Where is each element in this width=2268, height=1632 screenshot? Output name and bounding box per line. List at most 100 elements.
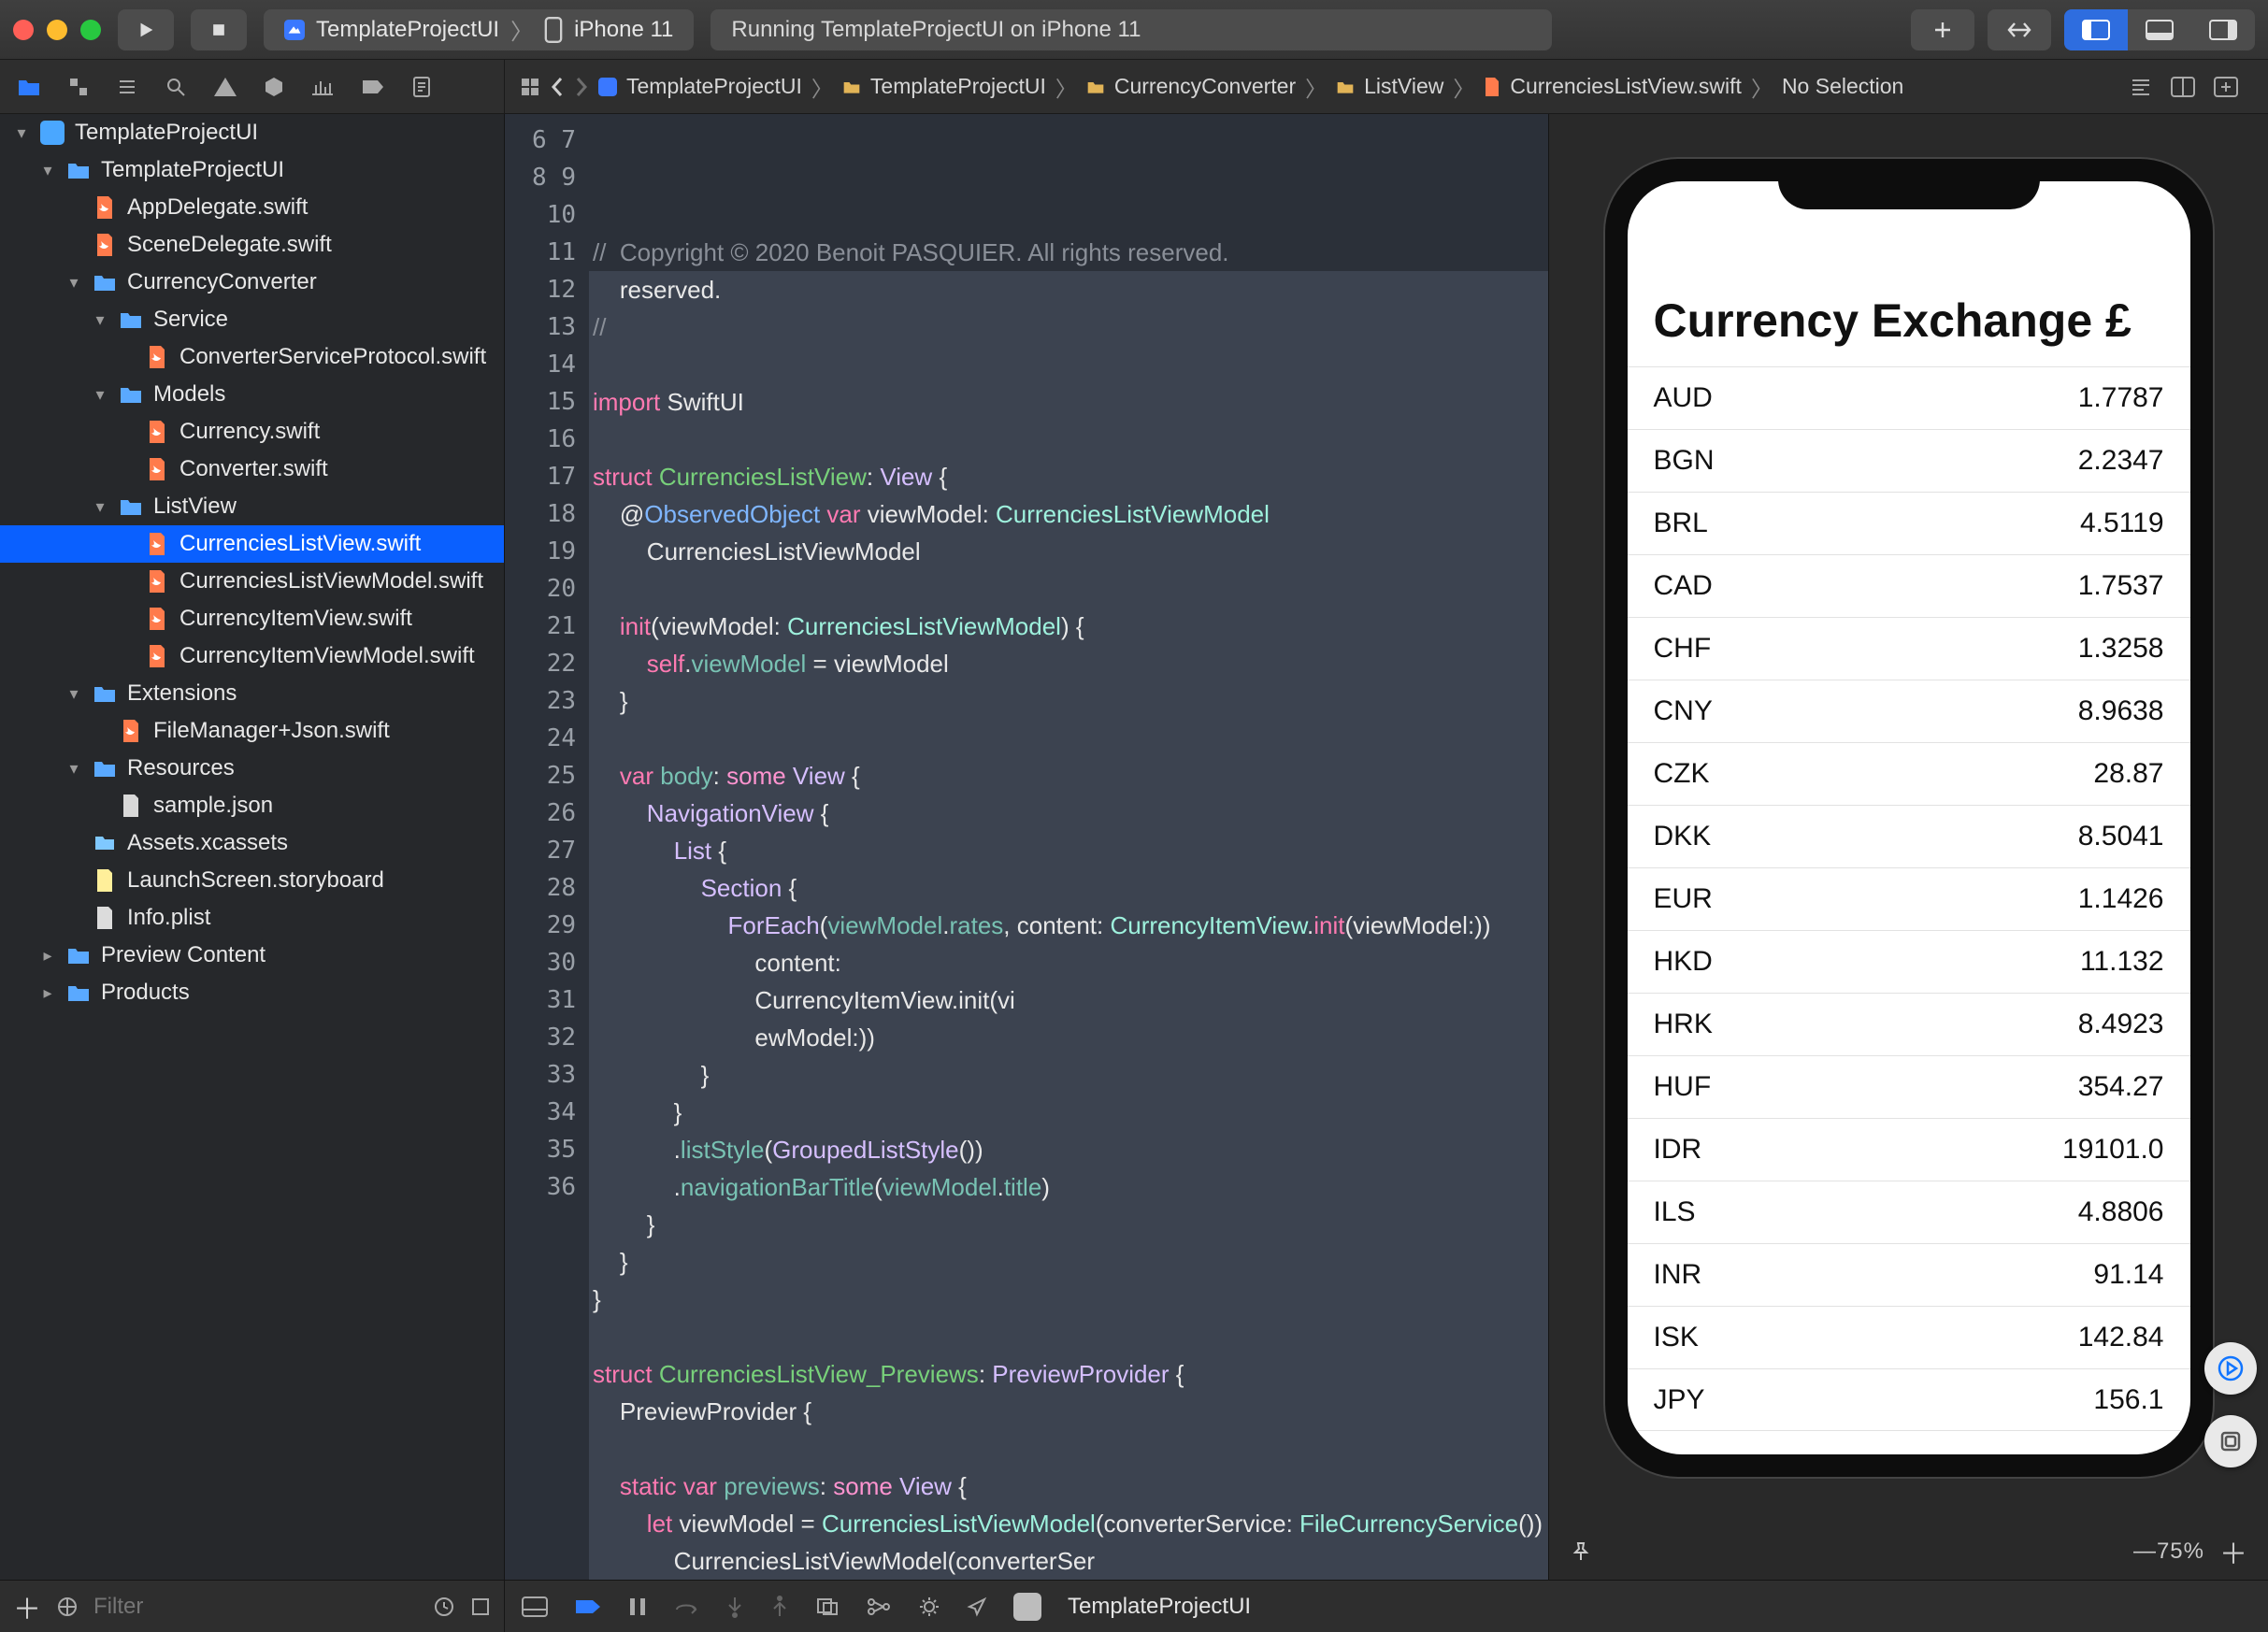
live-preview-button[interactable] [2204,1342,2257,1395]
code-review-button[interactable] [1988,9,2051,50]
tree-group[interactable]: ▾TemplateProjectUI [0,151,504,189]
tree-group[interactable]: ▾Resources [0,750,504,787]
tree-file[interactable]: FileManager+Json.swift [0,712,504,750]
tree-file[interactable]: sample.json [0,787,504,824]
breakpoint-navigator-tab[interactable] [361,78,385,96]
pin-preview-icon[interactable] [1570,1540,1592,1563]
preview-list-row[interactable]: HKD11.132 [1628,930,2190,993]
preview-list-row[interactable]: ILS4.8806 [1628,1181,2190,1243]
jumpbar-folder-3[interactable]: ListView [1364,74,1443,99]
tree-group[interactable]: ▾ListView [0,488,504,525]
disclosure-triangle-icon[interactable]: ▸ [39,983,56,1003]
test-navigator-tab[interactable] [264,76,284,98]
stop-button[interactable] [191,9,247,50]
toggle-navigator-button[interactable] [2064,9,2128,50]
toggle-inspectors-button[interactable] [2191,9,2255,50]
preview-inspect-button[interactable] [2204,1415,2257,1467]
breakpoints-toggle-icon[interactable] [574,1597,602,1616]
canvas-zoom-in-icon[interactable]: ＋ [2219,1531,2247,1572]
disclosure-triangle-icon[interactable]: ▾ [39,161,56,180]
disclosure-triangle-icon[interactable]: ▾ [65,684,82,704]
debug-navigator-tab[interactable] [310,78,335,96]
tree-group[interactable]: ▾Models [0,376,504,413]
tree-file[interactable]: SceneDelegate.swift [0,226,504,264]
preview-canvas[interactable]: Currency Exchange £ AUD1.7787BGN2.2347BR… [1549,114,2268,1524]
tree-file[interactable]: LaunchScreen.storyboard [0,862,504,899]
tree-file[interactable]: CurrencyItemViewModel.swift [0,637,504,675]
close-window-button[interactable] [13,20,34,40]
add-editor-icon[interactable] [2214,77,2238,97]
environment-overrides-icon[interactable] [918,1596,940,1618]
preview-list-row[interactable]: IDR19101.0 [1628,1118,2190,1181]
device-screen[interactable]: Currency Exchange £ AUD1.7787BGN2.2347BR… [1628,181,2190,1454]
tree-file[interactable]: Assets.xcassets [0,824,504,862]
tree-file[interactable]: AppDelegate.swift [0,189,504,226]
preview-list-row[interactable]: JPY156.1 [1628,1368,2190,1431]
disclosure-triangle-icon[interactable]: ▾ [92,385,108,405]
related-items-icon[interactable] [520,77,540,97]
project-navigator[interactable]: ▾TemplateProjectUI▾TemplateProjectUIAppD… [0,114,505,1580]
tree-group[interactable]: ▾CurrencyConverter [0,264,504,301]
tree-group[interactable]: ▸Preview Content [0,937,504,974]
project-navigator-tab[interactable] [17,77,41,97]
add-target-icon[interactable]: ＋ [13,1586,41,1627]
tree-group[interactable]: ▾Extensions [0,675,504,712]
preview-list-row[interactable]: HUF354.27 [1628,1055,2190,1118]
preview-list-row[interactable]: CHF1.3258 [1628,617,2190,680]
jumpbar-file[interactable]: CurrenciesListView.swift [1510,74,1742,99]
preview-list-row[interactable]: BRL4.5119 [1628,492,2190,554]
jumpbar-folder-1[interactable]: TemplateProjectUI [870,74,1046,99]
tree-file[interactable]: CurrenciesListViewModel.swift [0,563,504,600]
code-area[interactable]: // Copyright © 2020 Benoit PASQUIER. All… [589,114,1548,1580]
jump-bar[interactable]: TemplateProjectUI〉 TemplateProjectUI〉 Cu… [505,60,2268,113]
zoom-window-button[interactable] [80,20,101,40]
jumpbar-folder-2[interactable]: CurrencyConverter [1114,74,1296,99]
tree-group[interactable]: ▸Products [0,974,504,1011]
minimap-toggle-icon[interactable] [2130,77,2152,97]
tree-file[interactable]: Currency.swift [0,413,504,451]
tree-group[interactable]: ▾Service [0,301,504,338]
tree-file[interactable]: CurrenciesListView.swift [0,525,504,563]
source-editor[interactable]: 6 7 8 9 10 11 12 13 14 15 16 17 18 19 20… [505,114,1548,1580]
step-into-icon[interactable] [725,1596,744,1618]
preview-list-row[interactable]: CAD1.7537 [1628,554,2190,617]
add-tab-button[interactable] [1911,9,1974,50]
hide-debug-area-icon[interactable] [522,1596,548,1617]
disclosure-triangle-icon[interactable]: ▾ [92,310,108,330]
jumpbar-project[interactable]: TemplateProjectUI [626,74,802,99]
preview-list-row[interactable]: BGN2.2347 [1628,429,2190,492]
jumpbar-symbol[interactable]: No Selection [1782,74,1903,99]
canvas-zoom-label[interactable]: —75% [2133,1539,2204,1565]
navigator-filter-input[interactable] [93,1594,418,1620]
issue-navigator-tab[interactable] [213,76,237,98]
go-forward-button[interactable] [574,77,589,97]
preview-list-row[interactable]: EUR1.1426 [1628,867,2190,930]
disclosure-triangle-icon[interactable]: ▾ [92,497,108,517]
disclosure-triangle-icon[interactable]: ▾ [65,759,82,779]
minimize-window-button[interactable] [47,20,67,40]
debug-memory-graph-icon[interactable] [866,1596,892,1617]
toggle-debug-area-button[interactable] [2128,9,2191,50]
preview-list-row[interactable]: INR91.14 [1628,1243,2190,1306]
preview-list-row[interactable]: HRK8.4923 [1628,993,2190,1055]
tree-group[interactable]: ▾TemplateProjectUI [0,114,504,151]
find-navigator-tab[interactable] [165,76,187,98]
disclosure-triangle-icon[interactable]: ▾ [13,123,30,143]
source-control-navigator-tab[interactable] [67,76,90,98]
process-name-label[interactable]: TemplateProjectUI [1068,1594,1251,1620]
recent-files-icon[interactable] [433,1596,455,1618]
tree-file[interactable]: ConverterServiceProtocol.swift [0,338,504,376]
preview-list[interactable]: AUD1.7787BGN2.2347BRL4.5119CAD1.7537CHF1… [1628,366,2190,1431]
run-button[interactable] [118,9,174,50]
go-back-button[interactable] [550,77,565,97]
scm-filter-icon[interactable] [470,1596,491,1617]
preview-list-row[interactable]: CNY8.9638 [1628,680,2190,742]
scheme-selector[interactable]: TemplateProjectUI 〉 iPhone 11 [264,9,694,50]
tree-file[interactable]: CurrencyItemView.swift [0,600,504,637]
tree-file[interactable]: Info.plist [0,899,504,937]
preview-list-row[interactable]: DKK8.5041 [1628,805,2190,867]
pause-icon[interactable] [628,1596,647,1617]
adjust-editor-options-icon[interactable] [2171,77,2195,97]
symbol-navigator-tab[interactable] [116,76,138,98]
step-out-icon[interactable] [770,1596,789,1618]
